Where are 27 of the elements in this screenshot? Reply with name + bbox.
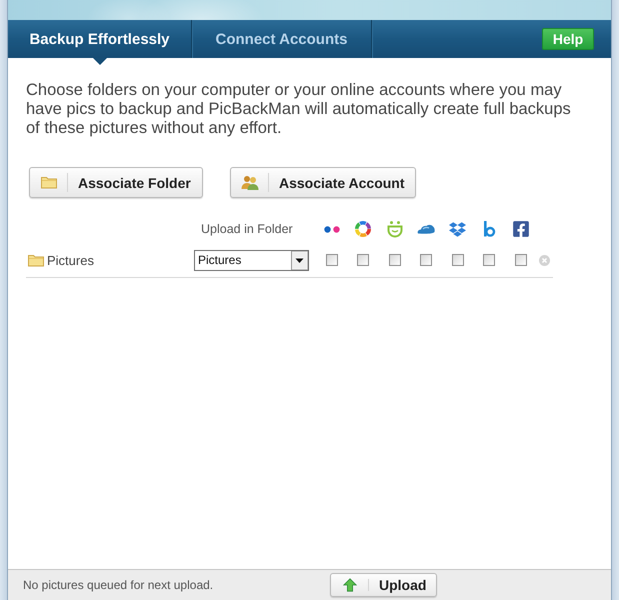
people-icon [240, 175, 258, 190]
open-box-icon [449, 220, 466, 238]
folder-select[interactable]: Pictures [194, 250, 309, 270]
folder-icon [28, 254, 44, 266]
checkbox[interactable] [326, 254, 338, 266]
checkbox[interactable] [420, 254, 432, 266]
two-dots-icon [324, 226, 340, 232]
checkbox[interactable] [388, 254, 401, 266]
associate-folder-button[interactable]: Associate Folder [29, 167, 203, 198]
f-logo-icon [512, 220, 530, 238]
status-message: No pictures queued for next upload. [23, 578, 214, 592]
smile-icon [386, 220, 403, 238]
column-header: Upload in Folder [200, 222, 293, 236]
intro-text: Choose folders on your computer or your online accounts where you may have pics to backup and PicBackMan will automatically create full backups of these pictures without any effort. [26, 81, 572, 138]
up-arrow-icon [342, 578, 356, 592]
folder-icon [40, 176, 56, 189]
ring-icon [354, 220, 372, 238]
checkbox[interactable] [483, 254, 496, 266]
upload-button[interactable]: Upload [330, 573, 437, 597]
associate-account-button[interactable]: Associate Account [230, 167, 416, 198]
letter-b-icon [482, 221, 496, 237]
folder-name: Pictures [47, 252, 94, 268]
checkbox[interactable] [452, 254, 464, 266]
cloud-icon [417, 224, 436, 234]
caret-icon [291, 250, 308, 270]
checkbox[interactable] [357, 254, 370, 266]
checkbox[interactable] [514, 254, 527, 266]
